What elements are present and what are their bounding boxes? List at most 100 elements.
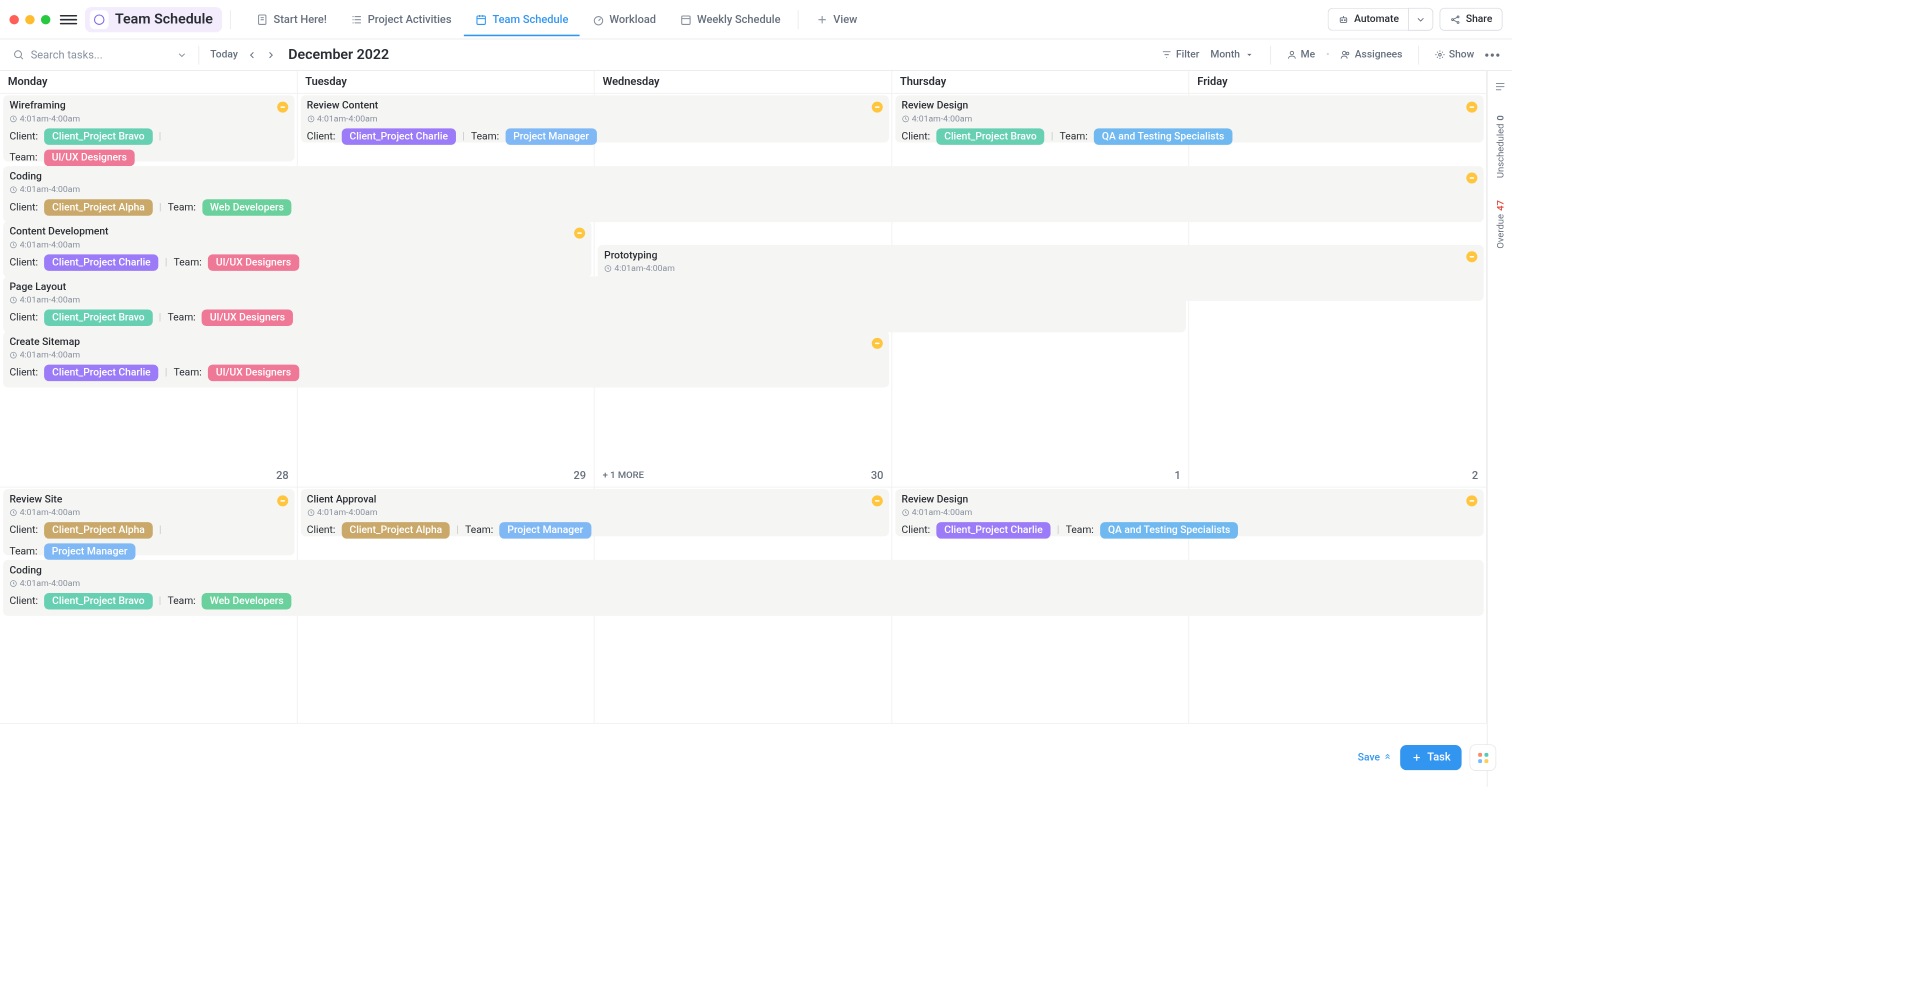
task-title: Wireframing [9, 100, 287, 112]
fab-area: Save Task [1358, 744, 1496, 771]
date-title: December 2022 [288, 46, 389, 63]
tab-project-activities[interactable]: Project Activities [339, 4, 462, 36]
team-tag: Web Developers [202, 199, 292, 216]
month-selector[interactable]: Month [1210, 49, 1254, 61]
task-time: 4:01am-4:00am [902, 113, 1478, 123]
automate-button[interactable]: Automate [1328, 8, 1408, 31]
tab-workload[interactable]: Workload [581, 4, 667, 36]
task-time: 4:01am-4:00am [307, 113, 883, 123]
task-card[interactable]: Page Layout 4:01am-4:00am Client:Client_… [3, 276, 1186, 332]
window-controls [9, 15, 50, 24]
weekday: Tuesday [297, 71, 594, 93]
caret-down-icon [1244, 50, 1254, 60]
search-dropdown-icon[interactable] [176, 49, 187, 60]
filter-button[interactable]: Filter [1162, 49, 1200, 61]
calendar: Monday Tuesday Wednesday Thursday Friday… [0, 71, 1512, 787]
share-icon [1450, 14, 1461, 25]
tab-weekly-schedule[interactable]: Weekly Schedule [669, 4, 792, 36]
create-task-button[interactable]: Task [1400, 745, 1461, 770]
task-time: 4:01am-4:00am [9, 295, 1180, 305]
client-tag: Client_Project Bravo [44, 309, 152, 326]
unscheduled-rail[interactable]: Unscheduled 0 [1494, 115, 1505, 178]
me-button[interactable]: Me [1286, 49, 1315, 61]
user-icon [1286, 50, 1296, 60]
calendar-icon [475, 13, 488, 26]
window-close[interactable] [9, 15, 18, 24]
assignees-button[interactable]: Assignees [1341, 49, 1403, 61]
task-time: 4:01am-4:00am [9, 184, 1477, 194]
task-card[interactable]: Review Site 4:01am-4:00am Client:Client_… [3, 489, 294, 555]
page-title-block: Team Schedule [85, 7, 222, 32]
calendar-week-icon [680, 13, 693, 26]
task-card[interactable]: Content Development 4:01am-4:00am Client… [3, 221, 591, 277]
gauge-icon [592, 13, 605, 26]
window-minimize[interactable] [25, 15, 34, 24]
search-input[interactable]: Search tasks... [13, 48, 171, 61]
page-title: Team Schedule [115, 11, 213, 28]
status-icon [872, 495, 883, 506]
task-title: Content Development [9, 226, 585, 238]
toolbar-right: Filter Month Me • Assignees Show [1162, 45, 1500, 64]
task-card[interactable]: Coding 4:01am-4:00am Client:Client_Proje… [3, 560, 1484, 616]
task-title: Coding [9, 565, 1477, 577]
overdue-rail[interactable]: Overdue 47 [1494, 200, 1505, 249]
task-title: Review Site [9, 494, 287, 506]
client-tag: Client_Project Alpha [44, 199, 152, 216]
apps-button[interactable] [1469, 744, 1496, 771]
task-time: 4:01am-4:00am [9, 239, 585, 249]
task-card[interactable]: Create Sitemap 4:01am-4:00am Client:Clie… [3, 332, 889, 388]
task-card[interactable]: Client Approval 4:01am-4:00am Client:Cli… [301, 489, 889, 536]
weekday: Wednesday [595, 71, 892, 93]
client-tag: Client_Project Bravo [44, 593, 152, 610]
client-tag: Client_Project Bravo [936, 128, 1044, 145]
tab-team-schedule[interactable]: Team Schedule [464, 4, 579, 36]
tab-start-here[interactable]: Start Here! [245, 4, 338, 36]
weekday: Thursday [892, 71, 1189, 93]
client-tag: Client_Project Charlie [342, 128, 456, 145]
next-button[interactable] [263, 47, 279, 63]
task-card[interactable]: Review Content 4:01am-4:00am Client:Clie… [301, 95, 889, 142]
chevron-up-double-icon [1383, 753, 1392, 762]
automate-dropdown[interactable] [1408, 8, 1433, 31]
client-tag: Client_Project Alpha [342, 522, 450, 539]
week-row: Review Site 4:01am-4:00am Client:Client_… [0, 487, 1487, 723]
team-tag: UI/UX Designers [208, 365, 299, 382]
save-button[interactable]: Save [1358, 752, 1393, 764]
task-card[interactable]: Review Design 4:01am-4:00am Client:Clien… [895, 489, 1483, 536]
doc-icon [256, 13, 269, 26]
task-title: Review Design [902, 100, 1478, 112]
task-time: 4:01am-4:00am [902, 507, 1478, 517]
divider [1418, 45, 1419, 64]
divider [1270, 45, 1271, 64]
team-tag: Web Developers [202, 593, 292, 610]
tab-label: Workload [609, 13, 656, 26]
window-maximize[interactable] [41, 15, 50, 24]
task-card[interactable]: Coding 4:01am-4:00am Client:Client_Proje… [3, 166, 1484, 222]
tab-label: Weekly Schedule [697, 13, 781, 26]
divider [198, 45, 199, 64]
share-button[interactable]: Share [1440, 8, 1503, 31]
show-button[interactable]: Show [1435, 49, 1474, 61]
divider [798, 10, 799, 29]
hamburger-icon[interactable] [60, 11, 77, 28]
list-circle-icon [90, 10, 109, 29]
date-nav [244, 47, 279, 63]
today-button[interactable]: Today [210, 49, 238, 61]
more-link[interactable]: + 1 MORE [603, 469, 644, 480]
task-card[interactable]: Review Design 4:01am-4:00am Client:Clien… [895, 95, 1483, 142]
add-view-button[interactable]: View [805, 4, 868, 36]
team-tag: UI/UX Designers [44, 150, 135, 167]
task-title: Review Design [902, 494, 1478, 506]
status-icon [277, 495, 288, 506]
calendar-grid[interactable]: 28 29 + 1 MORE30 1 2 Wireframing 4:01am-… [0, 94, 1487, 787]
task-time: 4:01am-4:00am [307, 507, 883, 517]
task-time: 4:01am-4:00am [604, 263, 1477, 273]
filter-icon [1162, 50, 1172, 60]
more-button[interactable] [1485, 53, 1499, 56]
divider [230, 10, 231, 29]
robot-icon [1338, 14, 1349, 25]
plus-icon [1411, 752, 1422, 763]
task-card[interactable]: Wireframing 4:01am-4:00am Client:Client_… [3, 95, 294, 161]
settings-lines-icon[interactable] [1493, 80, 1506, 93]
prev-button[interactable] [244, 47, 260, 63]
